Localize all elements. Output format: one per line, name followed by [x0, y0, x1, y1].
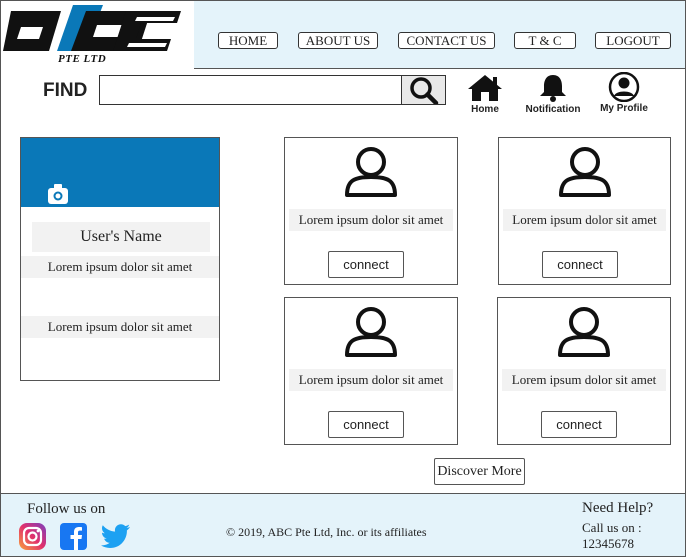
call-us-block: Call us on : 12345678 [582, 520, 642, 552]
profile-line-1: Lorem ipsum dolor sit amet [21, 256, 219, 278]
facebook-icon [60, 523, 87, 550]
user-name: User's Name [32, 222, 210, 252]
header: PTE LTD HOME ABOUT US CONTACT US T & C L… [1, 1, 685, 69]
camera-icon [48, 184, 68, 204]
connect-button[interactable]: connect [328, 411, 404, 438]
profile-line-2: Lorem ipsum dolor sit amet [21, 316, 219, 338]
home-shortcut[interactable]: Home [466, 74, 504, 115]
search-button[interactable] [401, 75, 446, 105]
connection-description: Lorem ipsum dolor sit amet [503, 209, 666, 231]
user-icon [558, 307, 610, 357]
phone-number[interactable]: 12345678 [582, 536, 642, 552]
user-icon [345, 147, 397, 197]
copyright-text: © 2019, ABC Pte Ltd, Inc. or its affilia… [226, 525, 427, 539]
home-icon [468, 75, 502, 101]
logo[interactable]: PTE LTD [1, 1, 194, 69]
search-input[interactable] [99, 75, 402, 105]
instagram-icon [19, 523, 46, 550]
connection-card: Lorem ipsum dolor sit amet connect [284, 297, 458, 445]
notification-shortcut-label: Notification [525, 104, 581, 115]
camera-button[interactable] [47, 183, 69, 210]
notification-shortcut[interactable]: Notification [523, 74, 583, 115]
connection-card: Lorem ipsum dolor sit amet connect [497, 297, 671, 445]
facebook-link[interactable] [59, 522, 88, 556]
profile-shortcut[interactable]: My Profile [598, 72, 650, 114]
connection-description: Lorem ipsum dolor sit amet [289, 369, 453, 391]
find-label: FIND [43, 80, 88, 101]
twitter-link[interactable] [100, 522, 131, 555]
nav-about-button[interactable]: ABOUT US [298, 32, 378, 49]
user-icon [558, 147, 611, 197]
nav-terms-button[interactable]: T & C [514, 32, 576, 49]
connection-description: Lorem ipsum dolor sit amet [502, 369, 666, 391]
search-icon [409, 77, 438, 104]
nav-home-button[interactable]: HOME [218, 32, 278, 49]
connection-description: Lorem ipsum dolor sit amet [289, 209, 453, 231]
connect-button[interactable]: connect [328, 251, 404, 278]
call-us-label: Call us on : [582, 520, 642, 535]
connect-button[interactable]: connect [541, 411, 617, 438]
home-shortcut-label: Home [471, 104, 499, 115]
footer: Follow us on © 2019, ABC Pte Ltd, Inc. o… [1, 493, 685, 556]
need-help-label: Need Help? [582, 500, 654, 516]
logo-subtitle: PTE LTD [58, 53, 107, 65]
user-icon [345, 307, 397, 357]
profile-card: User's Name Lorem ipsum dolor sit amet L… [20, 137, 220, 381]
connection-card: Lorem ipsum dolor sit amet connect [498, 137, 671, 285]
bell-icon [540, 75, 566, 102]
nav-logout-button[interactable]: LOGOUT [595, 32, 671, 49]
profile-shortcut-label: My Profile [600, 103, 648, 114]
instagram-link[interactable] [18, 522, 47, 556]
nav-contact-button[interactable]: CONTACT US [398, 32, 495, 49]
connection-card: Lorem ipsum dolor sit amet connect [284, 137, 458, 285]
follow-us-label: Follow us on [27, 501, 106, 517]
twitter-icon [100, 524, 130, 548]
user-circle-icon [608, 72, 640, 102]
connect-button[interactable]: connect [542, 251, 618, 278]
discover-more-button[interactable]: Discover More [434, 458, 525, 485]
